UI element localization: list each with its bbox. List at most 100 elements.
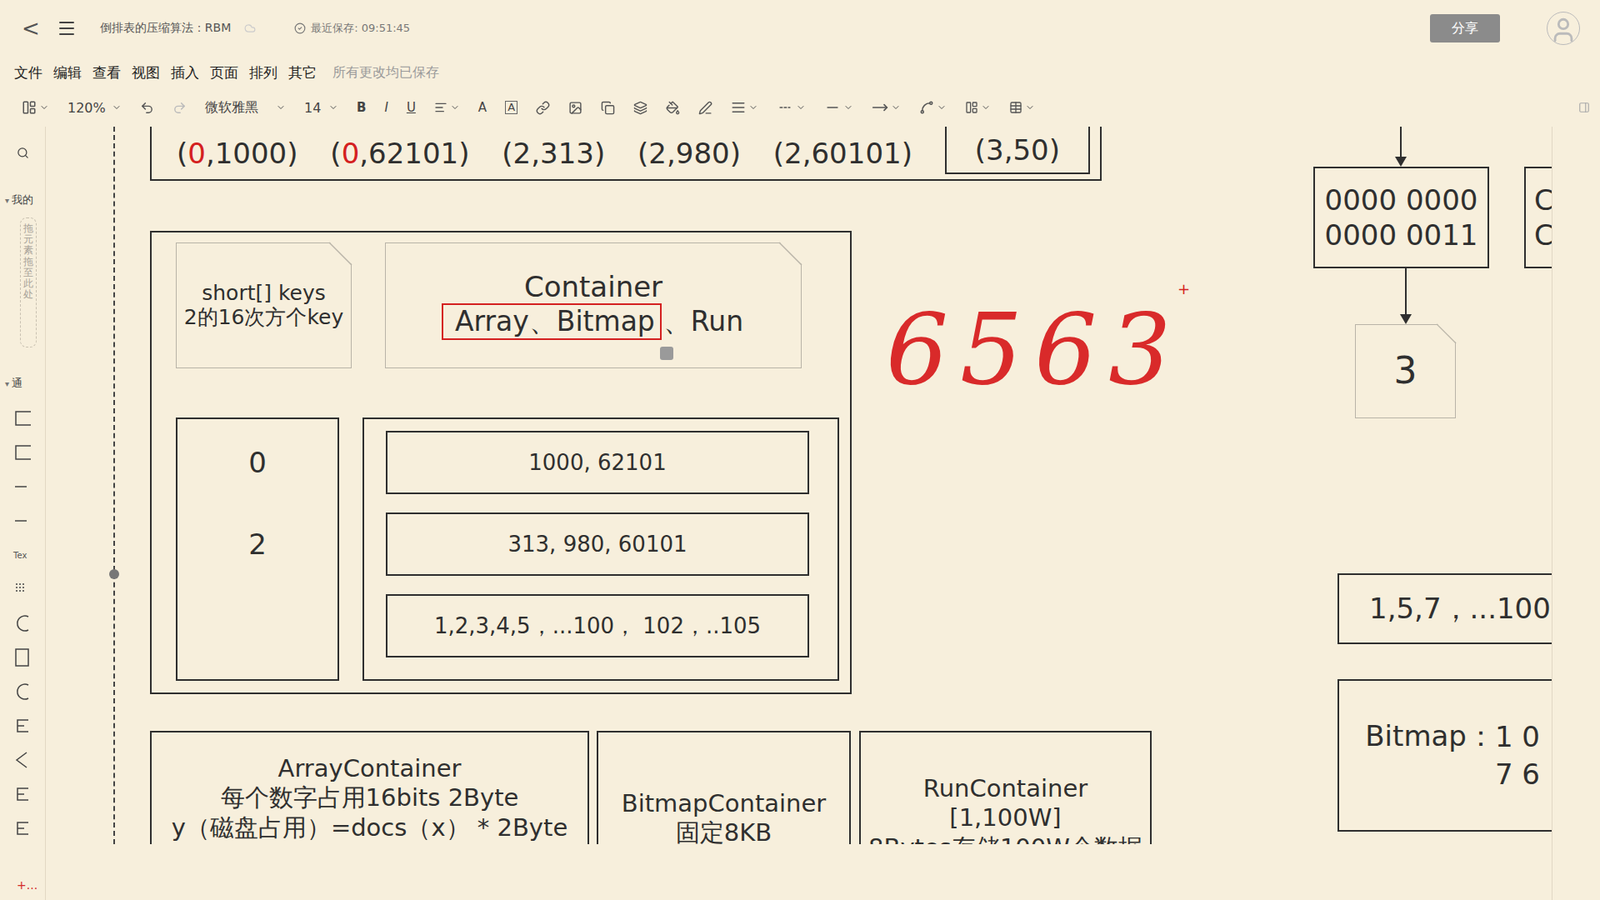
bitmap-box[interactable]: Bitmap：1 07 6 xyxy=(1337,679,1552,832)
container-note[interactable]: ContainerArray、Bitmap、Run xyxy=(385,242,802,369)
shape-item[interactable]: Tex xyxy=(13,544,35,566)
link-badge-icon[interactable] xyxy=(660,346,674,360)
fill-button[interactable] xyxy=(665,100,680,115)
line-start-select[interactable] xyxy=(824,99,854,116)
sidebar-section[interactable]: ▾我的 xyxy=(5,192,34,208)
font-size-select[interactable]: 14 xyxy=(304,100,339,116)
menu-bar: 文件编辑查看视图插入页面排列其它所有更改均已保存 xyxy=(0,56,1600,89)
dropdown-icon xyxy=(936,102,947,113)
shape-item[interactable] xyxy=(13,680,35,703)
menu-button[interactable] xyxy=(56,18,77,39)
front-button[interactable] xyxy=(600,100,615,115)
hamburger-icon xyxy=(56,18,77,39)
document-title[interactable]: 倒排表的压缩算法：RBM xyxy=(100,20,231,36)
bold-button[interactable]: B xyxy=(356,100,366,115)
user-avatar[interactable] xyxy=(1546,11,1580,45)
panel-toggle[interactable] xyxy=(1578,101,1590,114)
menu-item[interactable]: 其它 xyxy=(288,63,317,83)
cut-box[interactable]: CC xyxy=(1524,166,1552,269)
shape-item[interactable] xyxy=(13,646,35,669)
image-icon xyxy=(568,100,583,115)
circle-shape-icon xyxy=(13,613,34,634)
menu-item[interactable]: 页面 xyxy=(210,63,239,83)
shape-item[interactable] xyxy=(13,475,35,498)
right-panel xyxy=(1551,126,1600,900)
italic-button[interactable]: I xyxy=(384,100,388,115)
note-fold-icon xyxy=(329,241,353,265)
align-select[interactable] xyxy=(434,100,460,115)
pair-item[interactable]: (0,1000) xyxy=(176,126,299,180)
arrange-icon xyxy=(965,100,979,115)
menu-item[interactable]: 排列 xyxy=(249,63,278,83)
keys-note[interactable]: short[] keys2的16次方个key xyxy=(175,242,352,369)
pair-item[interactable]: (2,980) xyxy=(637,126,741,180)
shape-item[interactable] xyxy=(13,407,35,430)
menu-item[interactable]: 插入 xyxy=(170,63,200,83)
search-button[interactable] xyxy=(5,146,30,160)
image-button[interactable] xyxy=(568,100,583,115)
share-button[interactable]: 分享 xyxy=(1430,14,1500,43)
line-end-select[interactable] xyxy=(871,99,901,116)
diagram-canvas[interactable]: (0,1000) (0,62101) (2,313) (2,980) (2,60101)… xyxy=(45,126,1552,845)
container-card[interactable]: BitmapContainer固定8KB xyxy=(596,730,851,845)
shape-list: Tex xyxy=(5,407,35,840)
pair-item[interactable]: (2,60101) xyxy=(773,126,913,180)
list-box[interactable]: 1,5,7，...1000 xyxy=(1337,573,1552,645)
container-row[interactable]: 313, 980, 60101 xyxy=(385,512,810,576)
key-column[interactable]: 02 xyxy=(175,417,340,681)
container-row[interactable]: 1,2,3,4,5，...100， 102，..105 xyxy=(385,594,810,658)
line-width-select[interactable] xyxy=(730,100,759,115)
shape-item[interactable] xyxy=(13,578,35,600)
menu-item[interactable]: 视图 xyxy=(131,63,160,83)
shape-item[interactable] xyxy=(13,612,35,635)
underline-button[interactable]: U xyxy=(406,100,416,115)
layout-button[interactable] xyxy=(21,100,50,115)
undo-icon xyxy=(140,100,155,115)
container-card[interactable]: RunContainer[1,100W]8Bytes存储100W个数据 xyxy=(859,730,1152,845)
arrange-select[interactable] xyxy=(965,100,991,115)
link-button[interactable] xyxy=(535,100,550,115)
send-back-icon xyxy=(633,100,648,115)
toolbar: 120% 微软雅黑 14 B I U A A xyxy=(0,88,1600,127)
more-shapes-button[interactable]: +... xyxy=(5,878,38,892)
shape-item[interactable] xyxy=(13,510,35,532)
shape-item[interactable] xyxy=(13,441,35,464)
square-shape-icon xyxy=(13,647,34,668)
shape-item[interactable] xyxy=(13,817,35,840)
text-background-button[interactable]: A xyxy=(505,100,518,115)
font-color-button[interactable]: A xyxy=(478,100,487,115)
pair-item[interactable]: (3,50) xyxy=(945,126,1090,175)
back-layer-button[interactable] xyxy=(633,100,648,115)
zoom-select[interactable]: 120% xyxy=(67,100,122,116)
line-color-button[interactable] xyxy=(698,100,713,115)
cloud-button[interactable] xyxy=(244,22,256,35)
container-row[interactable]: 1000, 62101 xyxy=(385,430,810,495)
redo-button[interactable] xyxy=(172,100,187,115)
back-button[interactable]: < xyxy=(18,17,44,40)
line-style-select[interactable] xyxy=(776,99,806,116)
guide-handle[interactable] xyxy=(109,569,120,580)
menu-item[interactable]: 文件 xyxy=(14,63,43,83)
container-list[interactable]: 1000, 62101 313, 980, 60101 1,2,3,4,5，...1… xyxy=(362,417,840,681)
menu-item[interactable]: 查看 xyxy=(92,63,121,83)
shape-item[interactable] xyxy=(13,715,35,737)
bracket-shape-icon xyxy=(13,715,34,736)
shape-item[interactable] xyxy=(13,749,35,771)
sidebar-section[interactable]: ▾通 xyxy=(5,375,23,391)
pair-item[interactable]: (2,313) xyxy=(501,126,605,180)
value-note[interactable]: 3 xyxy=(1355,324,1456,419)
shape-item[interactable] xyxy=(13,783,35,805)
table-select[interactable] xyxy=(1009,100,1035,115)
menu-item[interactable]: 编辑 xyxy=(53,63,82,83)
arrow-connector[interactable] xyxy=(1395,126,1407,167)
undo-button[interactable] xyxy=(140,100,155,115)
arrow-connector[interactable] xyxy=(1400,268,1412,325)
pair-strip[interactable]: (0,1000) (0,62101) (2,313) (2,980) (2,60101)… xyxy=(150,126,1102,181)
pair-item[interactable]: (0,62101) xyxy=(330,126,470,180)
container-card[interactable]: ArrayContainer每个数字占用16bits 2Bytey（磁盘占用）=… xyxy=(150,730,590,845)
binary-box[interactable]: 0000 00000000 0011 xyxy=(1313,166,1490,269)
editor-page: <倒排表的压缩算法：RBM最近保存: 09:51:45分享文件编辑查看视图插入页… xyxy=(0,0,1600,900)
connector-select[interactable] xyxy=(919,100,947,115)
line-icon xyxy=(824,99,841,116)
font-select[interactable]: 微软雅黑 xyxy=(205,99,286,117)
